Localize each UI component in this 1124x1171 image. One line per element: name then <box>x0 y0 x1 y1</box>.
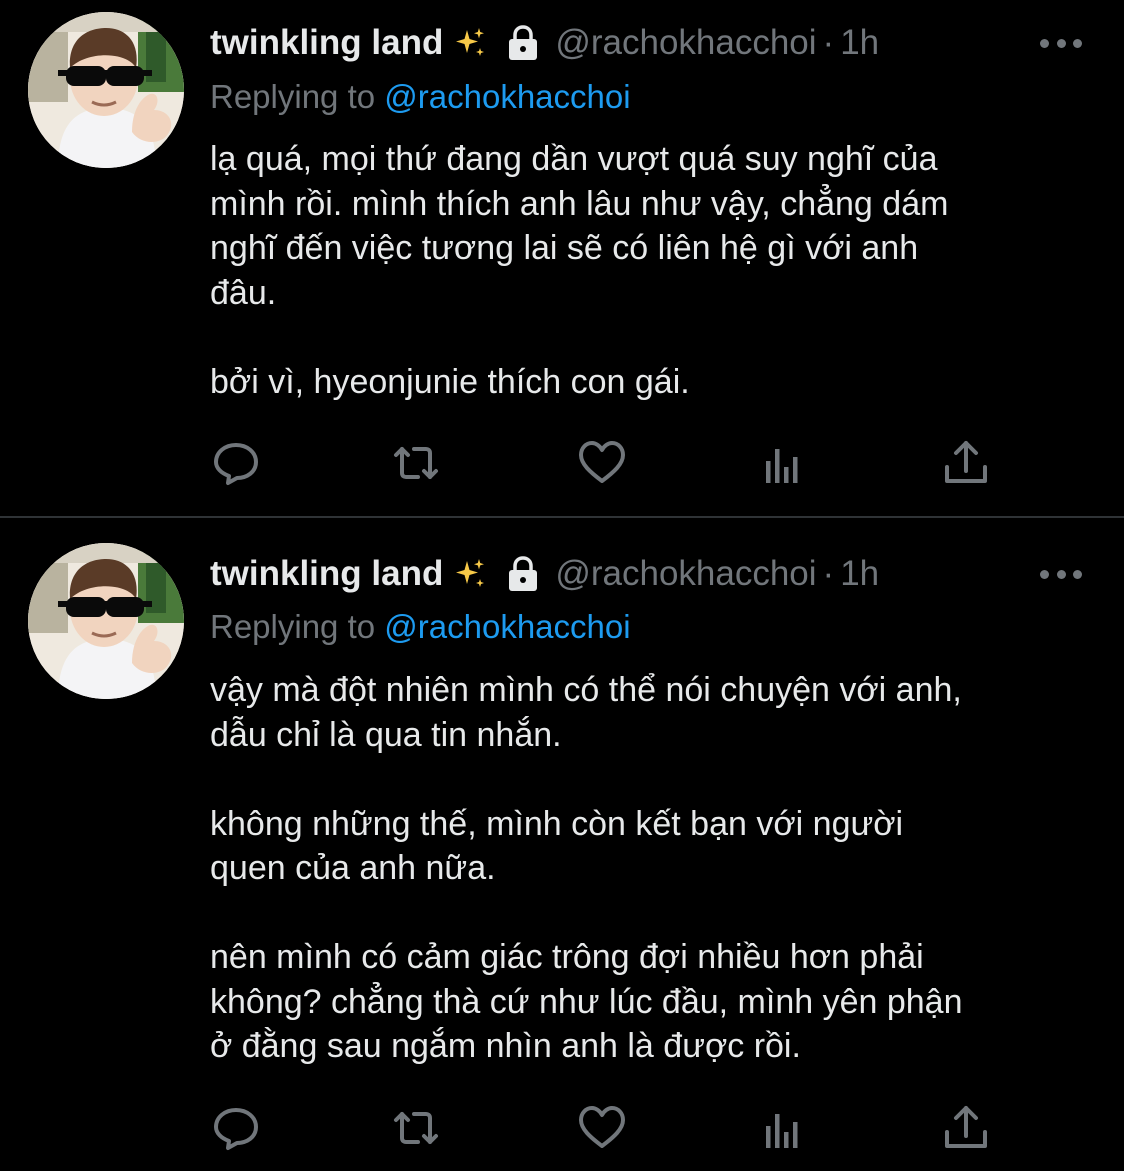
separator-dot: · <box>822 554 835 593</box>
avatar[interactable] <box>28 543 184 699</box>
tweet[interactable]: twinkling land @rachokhacchoi · 1h Reply… <box>0 0 1124 1171</box>
tweet-header: twinkling land @rachokhacchoi · 1h <box>210 549 879 599</box>
like-icon[interactable] <box>576 1102 628 1154</box>
replying-to: Replying to @rachokhacchoi <box>210 608 631 646</box>
lock-icon <box>505 555 541 593</box>
retweet-icon[interactable] <box>390 1102 442 1154</box>
tweet-text: vậy mà đột nhiên mình có thể nói chuyện … <box>210 671 963 1065</box>
reply-mention[interactable]: @rachokhacchoi <box>384 608 630 645</box>
tweet-actions <box>0 1102 1124 1162</box>
author-name[interactable]: twinkling land <box>210 554 443 594</box>
timestamp[interactable]: 1h <box>840 554 879 594</box>
more-icon[interactable] <box>1040 567 1082 581</box>
replying-to-label: Replying to <box>210 608 385 645</box>
views-icon[interactable] <box>758 1102 810 1154</box>
share-icon[interactable] <box>940 1102 992 1154</box>
reply-icon[interactable] <box>210 1102 262 1154</box>
author-handle[interactable]: @rachokhacchoi <box>555 554 816 594</box>
sparkles-icon <box>453 557 487 591</box>
